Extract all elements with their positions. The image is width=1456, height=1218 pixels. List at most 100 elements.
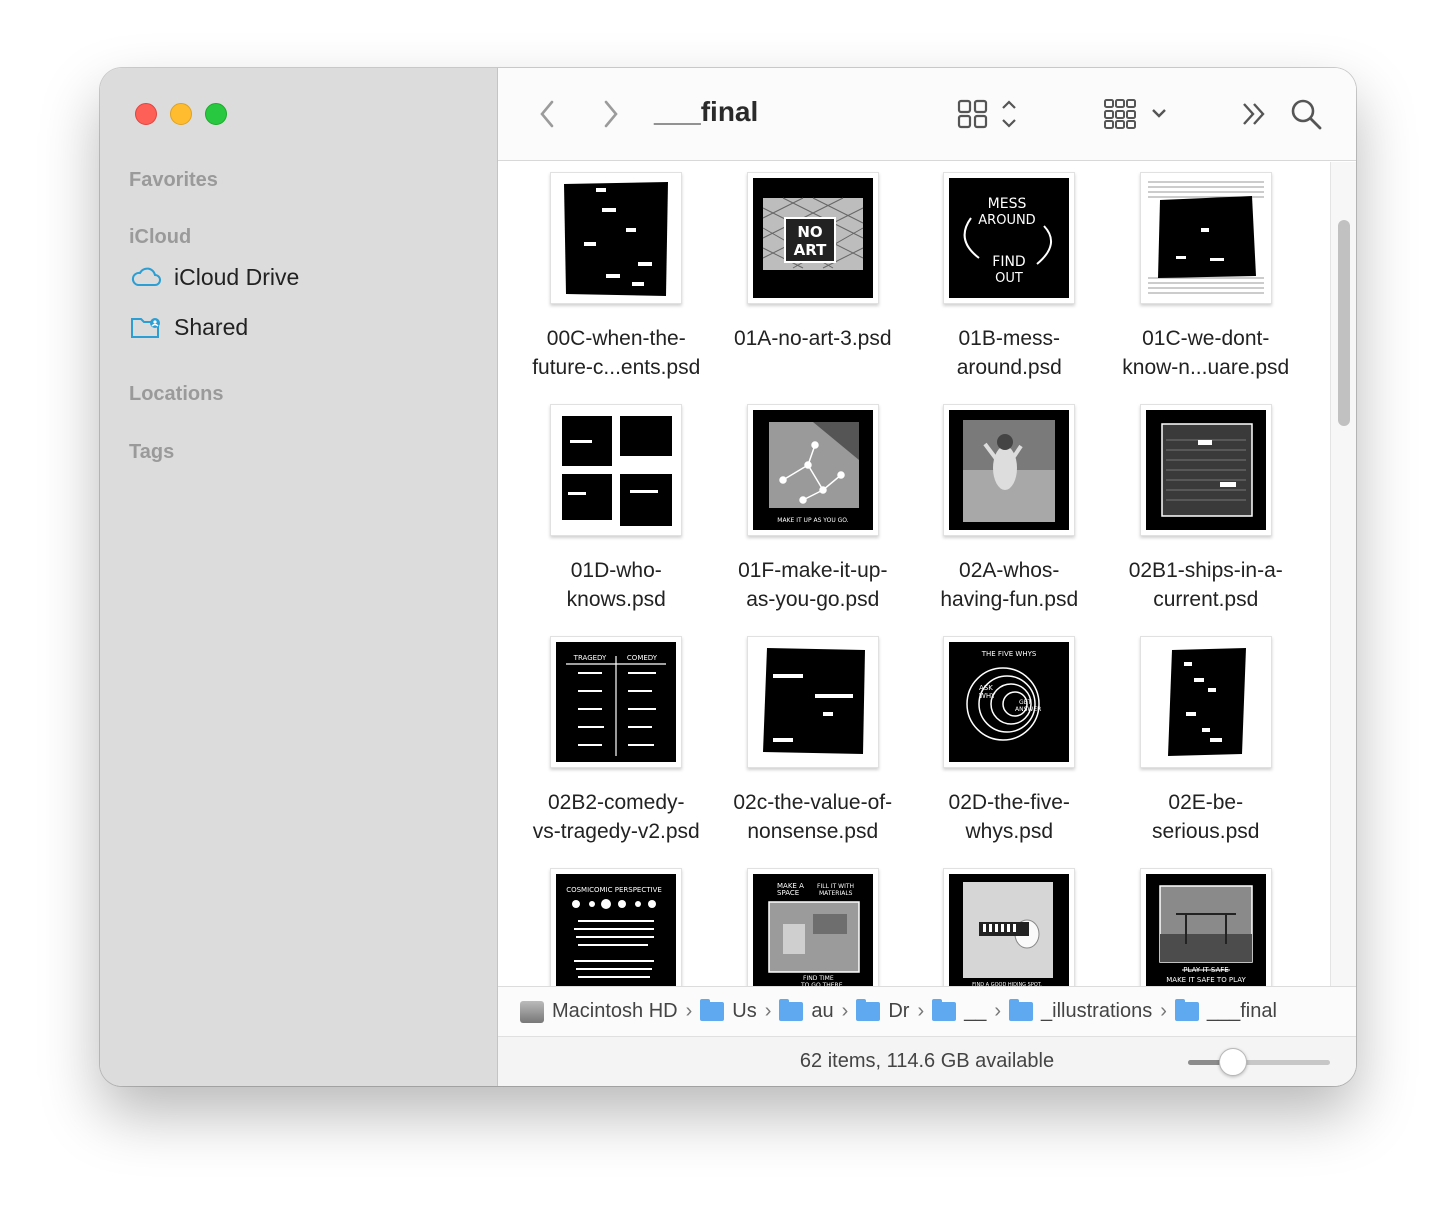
svg-text:ANSWER: ANSWER [1015,706,1041,713]
file-item[interactable]: 02B1-ships-in-a- current.psd [1108,402,1305,634]
folder-icon [932,999,957,1021]
vertical-scrollbar[interactable] [1330,162,1356,986]
file-item[interactable]: TRAGEDY COMEDY 02B2-comedy- vs-tragedy-v2… [518,634,715,866]
file-item[interactable]: PLAY IT SAFE MAKE IT SAFE TO PLAY [1108,866,1305,986]
file-item[interactable]: THE FIVE WHYS ASK WHY GET ANSWER 02D-the-fiv… [911,634,1108,866]
sidebar-header-tags: Tags [129,441,175,463]
home-folder-icon [779,999,804,1021]
path-separator-icon: › [841,1000,849,1022]
sidebar-item-shared[interactable]: Shared [130,313,248,341]
search-button[interactable] [1288,96,1324,132]
more-toolbar-items-button[interactable] [1238,98,1270,130]
svg-text:MAKE IT SAFE TO PLAY: MAKE IT SAFE TO PLAY [1166,976,1246,984]
disk-icon [520,1000,544,1023]
path-item-home[interactable]: au [779,999,834,1023]
file-thumbnail: MESS AROUND FIND OUT [943,172,1076,304]
file-name: 01D-who- knows.psd [566,559,666,611]
file-thumbnail [1139,404,1272,536]
search-icon [1291,99,1322,130]
slider-knob[interactable] [1219,1048,1248,1076]
svg-text:THE FIVE WHYS: THE FIVE WHYS [981,650,1037,658]
group-by-button[interactable] [1102,96,1170,132]
svg-text:FILL IT WITH: FILL IT WITH [817,883,854,890]
window-title: ___final [654,96,759,127]
svg-text:MATERIALS: MATERIALS [819,890,853,897]
sidebar: Favorites iCloud iCloud Drive Shared Loc… [100,68,498,1086]
group-by-icon [1104,99,1166,129]
file-thumbnail [1139,636,1272,768]
file-thumbnail: COSMICOMIC PERSPECTIVE [550,868,683,986]
svg-text:SPACE: SPACE [777,889,799,897]
shared-folder-icon [131,318,160,338]
path-item-label: _illustrations [1041,1000,1153,1022]
sidebar-item-label: Shared [174,313,249,340]
svg-text:MESS: MESS [988,196,1027,212]
main-pane: ___final 00C-when-the- future-c...ents.p… [498,68,1356,1086]
path-separator-icon: › [1160,1000,1167,1022]
path-item-label: Macintosh HD [552,1000,678,1022]
icon-size-slider[interactable] [1188,1048,1330,1076]
path-item-macintosh-hd[interactable]: Macintosh HD [520,1000,678,1023]
scrollbar-thumb[interactable] [1338,220,1350,426]
file-item[interactable]: MESS AROUND FIND OUT 01B-mess- around.psd [911,170,1108,402]
chevron-left-icon [540,100,554,128]
zoom-button[interactable] [205,103,227,125]
svg-text:TRAGEDY: TRAGEDY [573,654,607,662]
path-item-illustrations[interactable]: _illustrations [1009,999,1153,1023]
file-thumbnail: TRAGEDY COMEDY [550,636,683,768]
path-item-users[interactable]: Us [700,999,757,1023]
path-item-label: __ [964,1000,987,1022]
close-button[interactable] [135,103,157,125]
file-thumbnail [550,172,683,304]
folder-icon [1009,999,1034,1021]
sidebar-item-icloud-drive[interactable]: iCloud Drive [130,263,299,291]
file-name: 02E-be- serious.psd [1152,791,1260,843]
path-item-final[interactable]: ___final [1174,999,1277,1023]
file-item[interactable]: MAKE IT UP AS YOU GO. 01F-make-it-up- as… [715,402,912,634]
double-chevron-icon [1243,103,1265,125]
file-item[interactable]: 02A-whos- having-fun.psd [911,402,1108,634]
file-icon-view[interactable]: 00C-when-the- future-c...ents.psd NO ART … [498,162,1330,986]
status-text: 62 items, 114.6 GB available [799,1050,1055,1072]
file-item[interactable]: 00C-when-the- future-c...ents.psd [518,170,715,402]
window-controls [135,103,227,125]
cloud-icon [131,267,161,286]
svg-text:FIND: FIND [993,254,1026,270]
sidebar-header-favorites: Favorites [129,169,218,191]
svg-text:AROUND: AROUND [979,213,1036,228]
sidebar-header-icloud: iCloud [129,226,192,248]
file-item[interactable]: MAKE A SPACE FILL IT WITH MATERIALS FIND TIM… [715,866,912,986]
file-thumbnail: NO ART [746,172,879,304]
file-name: 01C-we-dont- know-n...uare.psd [1122,327,1290,379]
file-name: 02c-the-value-of- nonsense.psd [733,791,893,843]
forward-button[interactable] [598,98,624,130]
file-thumbnail: FIND A GOOD HIDING SPOT. [943,868,1076,986]
file-thumbnail: THE FIVE WHYS ASK WHY GET ANSWER [943,636,1076,768]
path-item-folder[interactable]: __ [932,999,987,1023]
file-thumbnail [746,636,879,768]
file-name: 02B1-ships-in-a- current.psd [1128,559,1283,611]
file-name: 01A-no-art-3.psd [733,327,892,350]
path-item-dropbox[interactable]: Dr [856,999,909,1023]
file-item[interactable]: 01D-who- knows.psd [518,402,715,634]
toolbar: ___final [498,68,1356,161]
path-separator-icon: › [685,1000,693,1022]
file-item[interactable]: NO ART 01A-no-art-3.psd [715,170,912,402]
svg-text:ART: ART [793,241,826,259]
path-item-label: Us [732,1000,757,1022]
svg-text:ASK: ASK [979,684,993,692]
file-name: 02A-whos- having-fun.psd [940,559,1079,611]
chevron-right-icon [604,100,618,128]
minimize-button[interactable] [170,103,192,125]
file-item[interactable]: 02c-the-value-of- nonsense.psd [715,634,912,866]
file-item[interactable]: 01C-we-dont- know-n...uare.psd [1108,170,1305,402]
file-grid: 00C-when-the- future-c...ents.psd NO ART … [518,170,1304,986]
file-name: 02D-the-five- whys.psd [948,791,1070,843]
file-item[interactable]: 02E-be- serious.psd [1108,634,1305,866]
file-thumbnail: MAKE A SPACE FILL IT WITH MATERIALS FIND TIM… [746,868,879,986]
file-item[interactable]: COSMICOMIC PERSPECTIVE [518,866,715,986]
file-item[interactable]: FIND A GOOD HIDING SPOT. [911,866,1108,986]
back-button[interactable] [534,98,560,130]
path-separator-icon: › [994,1000,1002,1022]
view-mode-button[interactable] [956,96,1020,132]
